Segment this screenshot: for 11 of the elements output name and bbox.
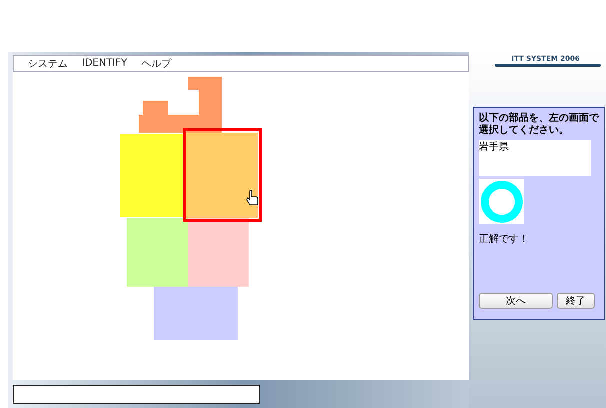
menu-item[interactable]: IDENTIFY [78,58,132,69]
result-message: 正解です！ [479,233,530,246]
exit-button[interactable]: 終了 [557,293,595,309]
menu-item[interactable]: ヘルプ [137,56,176,70]
menu-item[interactable]: システム [24,56,72,70]
instruction-text: 以下の部品を、左の画面で選択してください。 [479,113,599,137]
pointer-hand-icon [246,190,258,206]
map-region[interactable] [188,218,249,287]
map-region[interactable] [139,77,222,133]
answer-field: 岩手県 [479,140,591,176]
next-button[interactable]: 次へ [479,293,553,309]
